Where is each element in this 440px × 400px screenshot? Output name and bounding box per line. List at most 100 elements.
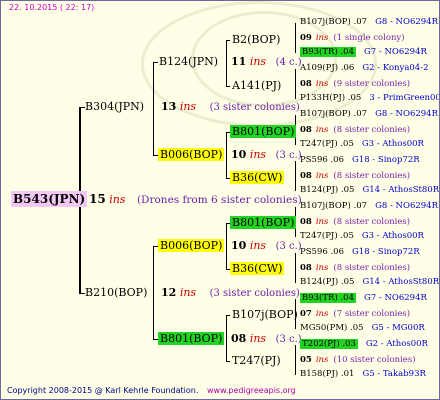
gen2-node[interactable]: B006(BOP) (158, 148, 225, 161)
tree-line (295, 69, 296, 99)
gen2-ins: 10 ins (3 c.) (231, 148, 302, 161)
leaf-ins-count: 07 (300, 309, 312, 319)
gen3-node[interactable]: B801(BOP) (230, 216, 297, 229)
leaf-row[interactable]: 08 ins (9 sister colonies) (300, 80, 410, 89)
gen2-ins: 10 ins (3 c.) (231, 239, 302, 252)
gen3-node[interactable]: B36(CW) (230, 262, 285, 275)
tree-line (153, 62, 158, 63)
leaf-code: G14 - AthosSt80R (362, 185, 440, 195)
gen3-node[interactable]: B36(CW) (230, 171, 285, 184)
tree-line (226, 86, 230, 87)
leaf-row[interactable]: MG50(PM) .05 G5 - MG00R (300, 324, 425, 333)
leaf-note: (8 sister colonies) (333, 263, 411, 273)
leaf-ins-word: ins (315, 171, 329, 181)
gen3-node[interactable]: B801(BOP) (230, 125, 297, 138)
leaf-note: (10 sister colonies) (333, 355, 416, 365)
gen3-node[interactable]: B2(BOP) (232, 34, 280, 45)
leaf-row[interactable]: PS596 .06 G18 - Sinop72R (300, 156, 420, 165)
leaf-code: G18 - Sinop72R (352, 247, 420, 257)
leaf-row[interactable]: 05 ins (10 sister colonies) (300, 356, 416, 365)
leaf-row[interactable]: B124(PJ) .05 G14 - AthosSt80R (300, 186, 439, 195)
gen3-node[interactable]: T247(PJ) (232, 355, 281, 366)
leaf-note: (9 sister colonies) (333, 79, 411, 89)
tree-line (153, 62, 154, 155)
root-node[interactable]: B543(JPN) (11, 191, 88, 207)
leaf-name: B124(PJ) .05 (300, 277, 355, 287)
tree-line (226, 361, 230, 362)
leaf-row[interactable]: 08 ins (8 sister colonies) (300, 126, 410, 135)
leaf-code: G18 - Sinop72R (352, 155, 420, 165)
leaf-code: G5 - Takab93R (362, 369, 426, 379)
tree-line (153, 246, 154, 339)
leaf-code: G2 - Konya04-2 (362, 63, 429, 73)
leaf-row[interactable]: 08 ins (8 sister colonies) (300, 218, 410, 227)
leaf-name: PS596 .06 (300, 155, 344, 165)
leaf-row[interactable]: 09 ins (1 single colony) (300, 34, 405, 43)
tree-line (295, 23, 296, 53)
report-date: 22. 10.2015 ( 22: 17) (9, 3, 95, 12)
gen2-node[interactable]: B006(BOP) (158, 239, 225, 252)
leaf-name: T202(PJ) .03 (300, 339, 358, 349)
gen1-ins-b: 12 ins (3 sister colonies) (161, 286, 300, 299)
gen3-node[interactable]: A141(PJ) (232, 80, 281, 91)
leaf-row[interactable]: T202(PJ) .03 G2 - Athos00R (300, 339, 428, 349)
root-label: B543(JPN) (11, 191, 88, 207)
leaf-name: P133H(PJ) .05 (300, 93, 362, 103)
leaf-ins-count: 08 (300, 125, 312, 135)
tree-line (226, 40, 227, 86)
leaf-name: A109(PJ) .06 (300, 63, 355, 73)
leaf-row[interactable]: A109(PJ) .06 G2 - Konya04-2 (300, 64, 429, 73)
gen1-node-b[interactable]: B210(BOP) (85, 287, 147, 298)
tree-line (226, 223, 227, 269)
leaf-row[interactable]: P133H(PJ) .05 3 - PrimGreen00 (300, 93, 439, 103)
gen2-ins: 08 ins (3 c.) (231, 332, 302, 345)
leaf-name: B124(PJ) .05 (300, 185, 355, 195)
leaf-row[interactable]: B93(TR) .04 G7 - NO6294R (300, 47, 427, 57)
leaf-note: (8 sister colonies) (333, 125, 411, 135)
leaf-code: G7 - NO6294R (363, 293, 427, 303)
leaf-row[interactable]: 07 ins (7 sister colonies) (300, 310, 410, 319)
leaf-ins-word: ins (315, 33, 329, 43)
leaf-row[interactable]: 08 ins (8 sister colonies) (300, 172, 410, 181)
leaf-row[interactable]: B107j(BOP) .07 G8 - NO6294R (300, 18, 438, 27)
gen1-node-a[interactable]: B304(JPN) (85, 101, 144, 112)
leaf-row[interactable]: T247(PJ) .05 G3 - Athos00R (300, 140, 424, 149)
gen3-node[interactable]: B107j(BOP) (232, 309, 298, 320)
root-ins: 15 ins (Drones from 6 sister colonies) (89, 192, 302, 206)
leaf-code: G5 - MG00R (371, 323, 425, 333)
leaf-row[interactable]: T247(PJ) .05 G3 - Athos00R (300, 232, 424, 241)
leaf-name: B107j(BOP) .07 (300, 201, 368, 211)
leaf-row[interactable]: B124(PJ) .05 G14 - AthosSt80R (300, 278, 439, 287)
leaf-ins-word: ins (315, 355, 329, 365)
leaf-name: T247(PJ) .05 (300, 139, 354, 149)
leaf-ins-count: 08 (300, 263, 312, 273)
gen2-node[interactable]: B801(BOP) (158, 332, 225, 345)
leaf-code: G8 - NO6294R (375, 109, 438, 119)
leaf-name: MG50(PM) .05 (300, 323, 364, 333)
leaf-row[interactable]: PS596 .06 G18 - Sinop72R (300, 248, 420, 257)
tree-line (226, 132, 227, 178)
leaf-ins-word: ins (315, 125, 329, 135)
leaf-row[interactable]: B93(TR) .04 G7 - NO6294R (300, 293, 427, 303)
leaf-note: (7 sister colonies) (333, 309, 411, 319)
leaf-name: T247(PJ) .05 (300, 231, 354, 241)
pedigree-canvas: 22. 10.2015 ( 22: 17) B543(JPN) 15 ins (… (0, 0, 440, 400)
footer-link[interactable]: www.pedigreeapis.org (207, 386, 296, 395)
leaf-row[interactable]: B107j(BOP) .07 G8 - NO6294R (300, 202, 438, 211)
gen2-node[interactable]: B124(JPN) (159, 56, 218, 67)
leaf-name: B93(TR) .04 (300, 47, 356, 57)
leaf-row[interactable]: B107j(BOP) .07 G8 - NO6294R (300, 110, 438, 119)
tree-line (295, 253, 296, 283)
gen1-ins-a: 13 ins (3 sister colonies) (161, 100, 300, 113)
leaf-note: (8 sister colonies) (333, 171, 411, 181)
leaf-ins-word: ins (315, 263, 329, 273)
leaf-code: G8 - NO6294R (375, 201, 438, 211)
tree-line (226, 315, 227, 361)
leaf-ins-word: ins (315, 217, 329, 227)
leaf-row[interactable]: 08 ins (8 sister colonies) (300, 264, 410, 273)
root-note: (Drones from 6 sister colonies) (136, 194, 302, 206)
leaf-row[interactable]: B158(PJ) .01 G5 - Takab93R (300, 370, 426, 379)
leaf-ins-count: 08 (300, 217, 312, 227)
tree-line (295, 345, 296, 375)
leaf-ins-count: 09 (300, 33, 312, 43)
